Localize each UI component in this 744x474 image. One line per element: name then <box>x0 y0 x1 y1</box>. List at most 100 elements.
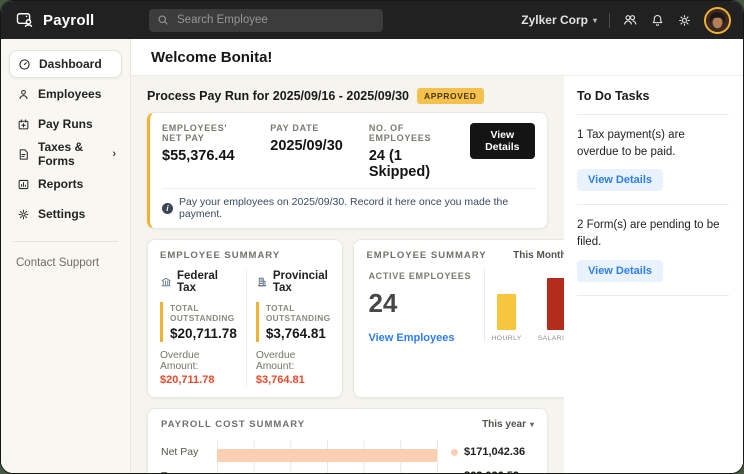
chart-plot-area <box>217 440 438 473</box>
card-title: EMPLOYEE SUMMARY <box>160 250 330 261</box>
topbar-divider <box>609 13 610 28</box>
sidebar-item-reports[interactable]: Reports <box>9 170 122 198</box>
sidebar-item-label: Dashboard <box>39 57 102 71</box>
bell-icon[interactable] <box>650 13 665 28</box>
sidebar-item-employees[interactable]: Employees <box>9 80 122 108</box>
user-avatar[interactable] <box>704 7 731 34</box>
net-pay-bar <box>217 449 437 462</box>
cost-category-label: Net Pay <box>161 440 217 464</box>
period-label: This year <box>482 419 526 430</box>
sidebar-item-label: Employees <box>38 87 101 101</box>
main-area: Welcome Bonita! Process Pay Run for 2025… <box>131 39 743 473</box>
chevron-down-icon: ▾ <box>530 420 534 429</box>
calendar-icon <box>17 118 30 131</box>
stat-value: 2025/09/30 <box>270 138 343 154</box>
todo-divider <box>577 114 729 115</box>
payroll-cost-summary-card: PAYROLL COST SUMMARY This year ▾ Net Pay… <box>147 408 548 473</box>
overdue-label: Overdue Amount: <box>256 350 331 372</box>
overdue-label: Overdue Amount: <box>160 350 237 372</box>
todo-divider <box>577 204 729 205</box>
payroll-logo-icon <box>15 10 35 30</box>
payroll-cost-chart: Net Pay Taxes Benefits Deductions <box>161 440 534 473</box>
card-title: EMPLOYEE SUMMARY <box>366 250 486 261</box>
gear-icon <box>17 208 30 221</box>
todo-item-tax-payments: 1 Tax payment(s) are overdue to be paid.… <box>577 127 729 191</box>
todo-title: To Do Tasks <box>577 89 729 103</box>
contact-support-link[interactable]: Contact Support <box>16 257 130 269</box>
gear-icon[interactable] <box>677 13 692 28</box>
notice-text: Pay your employees on 2025/09/30. Record… <box>179 196 535 220</box>
stat-net-pay: EMPLOYEES' NET PAY $55,376.44 <box>162 123 244 164</box>
report-chart-icon <box>17 178 30 191</box>
sidebar-item-taxes-forms[interactable]: Taxes & Forms › <box>9 140 122 168</box>
legend-dot <box>451 449 458 456</box>
tax-section-name: Provincial Tax <box>273 270 331 294</box>
stat-pay-date: PAY DATE 2025/09/30 <box>270 123 343 154</box>
dashboard-content: Process Pay Run for 2025/09/16 - 2025/09… <box>131 76 564 473</box>
gauge-icon <box>18 58 31 71</box>
document-icon <box>17 148 30 161</box>
view-details-button[interactable]: View Details <box>577 169 663 191</box>
card-title: PAYROLL COST SUMMARY <box>161 419 305 430</box>
active-employees-label: ACTIVE EMPLOYEES <box>368 271 478 281</box>
sidebar-item-label: Taxes & Forms <box>38 140 104 168</box>
search-icon <box>157 14 169 26</box>
legend-value: $62,026.52 <box>464 470 519 473</box>
stat-label: NO. OF EMPLOYEES <box>369 123 444 143</box>
provincial-tax-section: Provincial Tax TOTAL OUTSTANDING $3,764.… <box>247 270 331 386</box>
search-input[interactable] <box>175 13 375 27</box>
salaried-bar <box>547 278 564 330</box>
legend-value: $171,042.36 <box>464 446 525 458</box>
bar-category-label: HOURLY <box>491 335 521 342</box>
sidebar-divider <box>13 241 118 242</box>
view-details-button[interactable]: View Details <box>577 260 663 282</box>
payment-notice: i Pay your employees on 2025/09/30. Reco… <box>162 188 535 220</box>
period-dropdown[interactable]: This year ▾ <box>482 419 534 430</box>
todo-divider <box>577 295 729 296</box>
taxes-bar <box>217 473 340 474</box>
outstanding-label: TOTAL OUTSTANDING <box>266 303 331 323</box>
outstanding-value: $20,711.78 <box>170 326 237 341</box>
period-label: This Month <box>513 250 564 261</box>
card-divider <box>484 267 485 342</box>
sidebar-item-pay-runs[interactable]: Pay Runs <box>9 110 122 138</box>
period-dropdown[interactable]: This Month ▾ <box>513 250 564 261</box>
chart-legend: $171,042.36 $62,026.52 $15,250.00 $9,860… <box>438 440 534 473</box>
sidebar-item-label: Reports <box>38 177 83 191</box>
app-title: Payroll <box>43 12 94 29</box>
sidebar: Dashboard Employees Pay Runs <box>1 39 131 473</box>
hourly-bar <box>497 294 516 330</box>
tax-section-name: Federal Tax <box>177 270 237 294</box>
employee-summary-card: EMPLOYEE SUMMARY This Month ▾ ACTIVE EMP… <box>353 239 564 398</box>
outstanding-value: $3,764.81 <box>266 326 331 341</box>
employee-search[interactable] <box>149 9 383 32</box>
payrun-title: Process Pay Run for 2025/09/16 - 2025/09… <box>147 89 409 103</box>
sidebar-item-dashboard[interactable]: Dashboard <box>9 50 122 78</box>
building-icon <box>256 276 268 288</box>
cost-category-label: Taxes <box>161 464 217 473</box>
view-employees-link[interactable]: View Employees <box>368 332 478 344</box>
org-selector[interactable]: Zylker Corp ▾ <box>521 13 597 27</box>
app-logo: Payroll <box>15 10 149 30</box>
org-name: Zylker Corp <box>521 13 588 27</box>
payrun-card: EMPLOYEES' NET PAY $55,376.44 PAY DATE 2… <box>147 112 548 229</box>
chevron-down-icon: ▾ <box>593 16 597 25</box>
sidebar-item-settings[interactable]: Settings <box>9 200 122 228</box>
outstanding-label: TOTAL OUTSTANDING <box>170 303 237 323</box>
person-icon <box>17 88 30 101</box>
todo-text: 2 Form(s) are pending to be filed. <box>577 217 729 250</box>
todo-panel: To Do Tasks 1 Tax payment(s) are overdue… <box>564 76 743 473</box>
users-icon[interactable] <box>622 12 638 28</box>
welcome-heading: Welcome Bonita! <box>131 39 743 76</box>
stat-label: EMPLOYEES' NET PAY <box>162 123 244 143</box>
app-window: Payroll Zylker Corp ▾ <box>0 0 744 474</box>
sidebar-item-label: Settings <box>38 207 85 221</box>
view-details-button[interactable]: View Details <box>470 123 535 159</box>
legend-dot <box>451 473 458 474</box>
stat-value: 24 (1 Skipped) <box>369 148 444 180</box>
stat-value: $55,376.44 <box>162 148 244 164</box>
info-icon: i <box>162 203 173 214</box>
active-employees-count: 24 <box>368 288 478 319</box>
todo-text: 1 Tax payment(s) are overdue to be paid. <box>577 127 729 160</box>
topbar-right: Zylker Corp ▾ <box>521 7 731 34</box>
